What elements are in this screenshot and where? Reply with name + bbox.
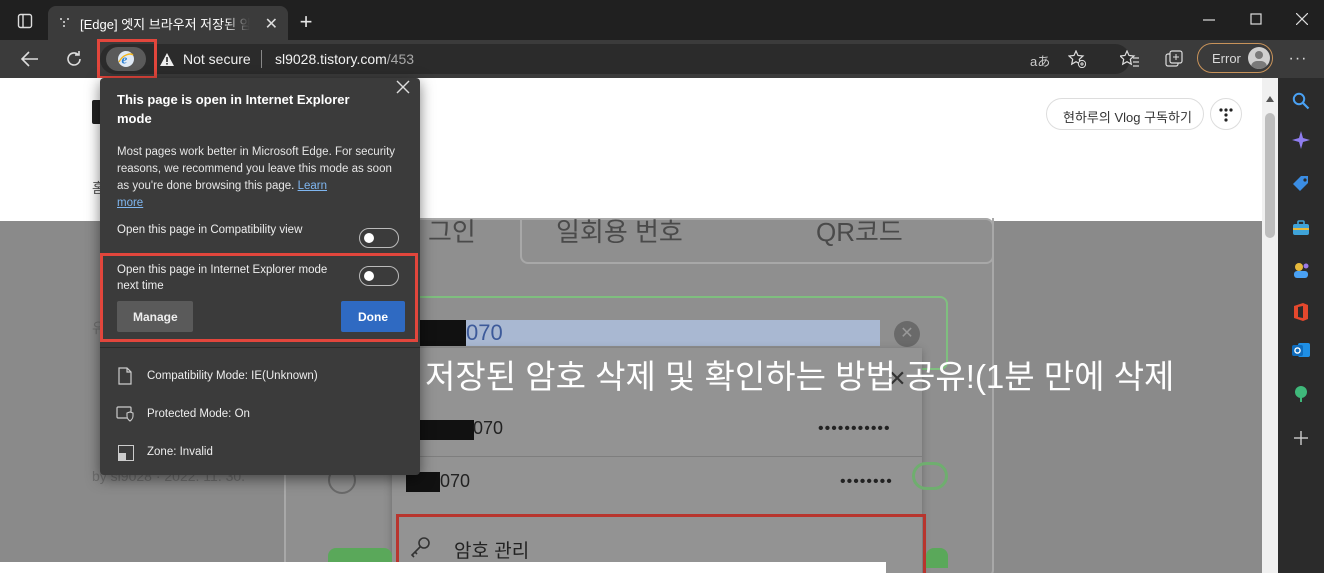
refresh-icon[interactable] — [62, 47, 86, 71]
tree-icon[interactable] — [1291, 384, 1311, 409]
dropdown-divider — [392, 456, 922, 457]
id-input-value: 070 — [466, 320, 503, 345]
back-icon[interactable] — [18, 47, 42, 71]
avatar — [1248, 47, 1270, 69]
edge-sidebar — [1278, 78, 1324, 573]
tab-close-icon[interactable]: ✕ — [265, 14, 278, 34]
url-host: sl9028.tistory.com — [275, 51, 387, 67]
zone-icon — [118, 445, 134, 466]
compat-view-toggle[interactable] — [359, 228, 399, 248]
more-options-icon[interactable]: ··· — [1287, 47, 1309, 71]
subscribe-button[interactable]: 현하루의 Vlog 구독하기 — [1046, 98, 1204, 130]
favorites-icon[interactable] — [1118, 47, 1142, 71]
popup-body: Most pages work better in Microsoft Edge… — [117, 144, 407, 212]
maximize-icon[interactable] — [1244, 8, 1268, 30]
zone-info: Zone: Invalid — [147, 446, 213, 458]
ie-next-time-highlight — [100, 253, 418, 342]
key-icon — [410, 536, 432, 563]
scrollbar-thumb[interactable] — [1265, 113, 1275, 238]
protected-mode-icon — [116, 406, 134, 427]
security-label[interactable]: Not secure — [183, 51, 251, 67]
popup-divider — [100, 347, 420, 348]
copilot-icon[interactable] — [1291, 130, 1311, 155]
page-scrollbar[interactable] — [1262, 78, 1278, 573]
url-text[interactable]: sl9028.tistory.com/453 — [275, 51, 414, 67]
saved-id-2: 070 — [440, 471, 471, 491]
compat-mode-info: Compatibility Mode: IE(Unknown) — [147, 370, 318, 382]
read-aloud-icon[interactable]: aあ — [1030, 51, 1050, 70]
learn-more-text: Learn — [297, 180, 327, 192]
office-icon[interactable] — [1292, 302, 1310, 327]
tab-title: [Edge] 엣지 브라우저 저장된 암호 — [80, 16, 250, 32]
tab-login-fragment: 그인 — [428, 217, 476, 247]
page-footer-strip — [0, 562, 886, 573]
title-bar: [Edge] 엣지 브라우저 저장된 암호 ✕ + — [0, 0, 1324, 40]
search-icon[interactable] — [1292, 92, 1310, 115]
subscribe-label: 현하루의 Vlog 구독하기 — [1063, 110, 1192, 125]
ie-icon-highlight — [97, 39, 157, 79]
tab-actions-icon[interactable] — [14, 10, 36, 32]
add-sidebar-icon[interactable] — [1293, 430, 1309, 451]
close-window-icon[interactable] — [1290, 8, 1314, 30]
compat-view-label: Open this page in Compatibility view — [117, 224, 303, 236]
manage-passwords-label: 암호 관리 — [454, 541, 530, 562]
green-button-fragment — [926, 548, 948, 568]
saved-pw-2: •••••••• — [840, 473, 893, 490]
tab-qr: QR코드 — [816, 217, 903, 247]
learn-more-text: more — [117, 197, 144, 209]
document-icon — [118, 367, 132, 390]
redaction-bar — [406, 472, 440, 492]
post-headline: 저장된 암호 삭제 및 확인하는 방법 공유!(1분 만에 삭제 — [425, 358, 1175, 395]
profile-error-button[interactable]: Error — [1197, 43, 1273, 73]
browser-tab[interactable]: [Edge] 엣지 브라우저 저장된 암호 ✕ — [48, 6, 288, 40]
popup-close-icon[interactable] — [396, 80, 414, 98]
saved-id-1: 070 — [473, 418, 504, 438]
games-icon[interactable] — [1291, 260, 1311, 285]
add-favorite-icon[interactable] — [1066, 48, 1088, 70]
address-bar[interactable]: e Not secure sl9028.tistory.com/453 aあ — [100, 44, 1130, 74]
blog-menu-button[interactable] — [1210, 98, 1242, 130]
url-path: /453 — [386, 51, 415, 67]
shopping-tag-icon[interactable] — [1291, 174, 1311, 199]
toolbar: e Not secure sl9028.tistory.com/453 aあ E… — [0, 40, 1324, 78]
green-toggle-fragment — [912, 462, 948, 490]
new-tab-icon[interactable]: + — [294, 9, 318, 34]
outlook-icon[interactable] — [1291, 340, 1311, 365]
tab-onetime: 일회용 번호 — [556, 217, 683, 247]
warning-icon — [158, 50, 176, 68]
popup-title: This page is open in Internet Explorer m… — [117, 92, 350, 126]
profile-error-label: Error — [1212, 51, 1241, 66]
clear-input-icon: ✕ — [894, 321, 920, 347]
address-separator — [261, 50, 262, 68]
redaction-bar — [420, 420, 474, 440]
protected-mode-info: Protected Mode: On — [147, 408, 250, 420]
redaction-bar — [420, 320, 466, 346]
tab-favicon-icon — [60, 18, 70, 28]
minimize-icon[interactable] — [1197, 10, 1221, 30]
tools-icon[interactable] — [1291, 218, 1311, 243]
popup-body-text: Most pages work better in Microsoft Edge… — [117, 146, 396, 192]
collections-icon[interactable] — [1162, 47, 1186, 71]
saved-pw-1: ••••••••••• — [818, 420, 891, 437]
